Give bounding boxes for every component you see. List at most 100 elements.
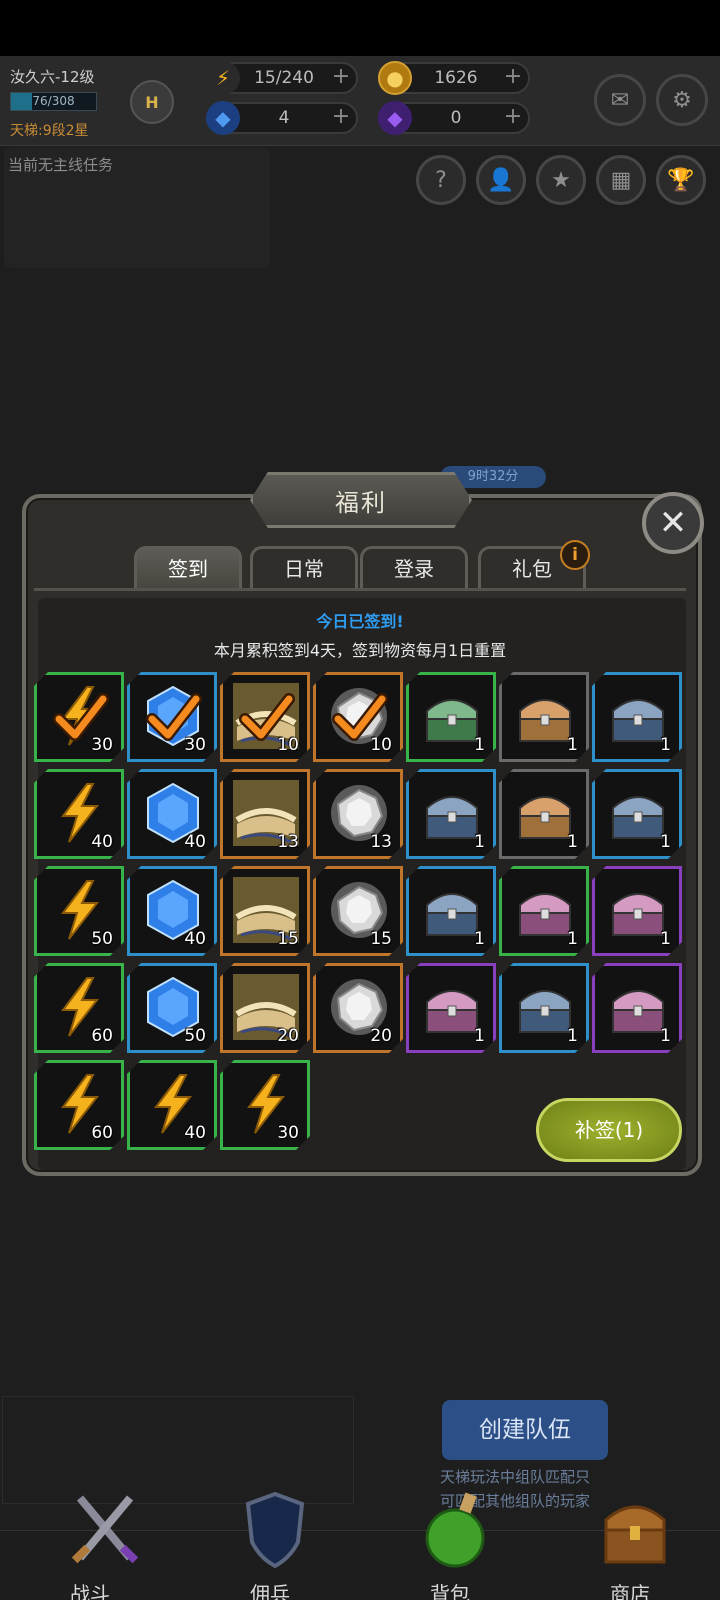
- reward-quantity: 1: [660, 832, 671, 852]
- reward-day-cell[interactable]: 1: [406, 866, 496, 956]
- nav-backpack[interactable]: 背包: [390, 1490, 510, 1600]
- create-team-button[interactable]: 创建队伍: [442, 1400, 608, 1460]
- tab-divider: [34, 588, 686, 591]
- reward-day-cell[interactable]: 10: [220, 672, 310, 762]
- reward-quantity: 13: [277, 832, 299, 852]
- gold-coin-icon: ●: [378, 61, 412, 95]
- reward-day-cell[interactable]: 40: [127, 769, 217, 859]
- reward-quantity: 15: [277, 929, 299, 949]
- reward-day-cell[interactable]: 40: [127, 1060, 217, 1150]
- quest-text: 当前无主线任务: [8, 156, 114, 174]
- reward-day-cell[interactable]: 1: [406, 963, 496, 1053]
- reward-quantity: 50: [184, 1026, 206, 1046]
- purple-gem-value: 0: [450, 108, 462, 128]
- tab-login[interactable]: 登录: [360, 546, 468, 588]
- reward-quantity: 1: [660, 1026, 671, 1046]
- reward-day-cell[interactable]: 60: [34, 963, 124, 1053]
- shield-icon: [245, 1491, 305, 1569]
- add-energy-button[interactable]: +: [330, 66, 352, 90]
- reward-quantity: 40: [184, 832, 206, 852]
- chat-box[interactable]: [2, 1396, 354, 1504]
- reward-day-cell[interactable]: 20: [220, 963, 310, 1053]
- reward-day-cell[interactable]: 1: [499, 963, 589, 1053]
- profile-icon[interactable]: 👤: [476, 155, 526, 205]
- reward-day-cell[interactable]: 50: [127, 963, 217, 1053]
- reward-day-cell[interactable]: 13: [313, 769, 403, 859]
- add-gem-button[interactable]: +: [330, 106, 352, 130]
- nav-backpack-label: 背包: [430, 1582, 470, 1600]
- reward-quantity: 40: [184, 929, 206, 949]
- reward-quantity: 13: [370, 832, 392, 852]
- purple-gem-icon: ◆: [378, 101, 412, 135]
- reward-day-cell[interactable]: 1: [406, 769, 496, 859]
- reward-day-cell[interactable]: 1: [499, 866, 589, 956]
- nav-shop-label: 商店: [610, 1582, 650, 1600]
- lightning-icon: ⚡: [206, 61, 240, 95]
- reward-quantity: 1: [567, 735, 578, 755]
- reward-quantity: 60: [91, 1123, 113, 1143]
- close-icon[interactable]: ✕: [642, 492, 704, 554]
- accumulated-sign-in-message: 本月累积签到4天，签到物资每月1日重置: [213, 641, 507, 660]
- ladder-rank: 天梯:9段2星: [10, 123, 89, 139]
- gold-value: 1626: [434, 68, 478, 88]
- reward-day-cell[interactable]: 10: [313, 672, 403, 762]
- reward-day-cell[interactable]: 30: [220, 1060, 310, 1150]
- reward-quantity: 1: [474, 832, 485, 852]
- reward-day-cell[interactable]: 1: [592, 963, 682, 1053]
- reward-quantity: 50: [91, 929, 113, 949]
- nav-battle[interactable]: 战斗: [30, 1490, 150, 1600]
- xp-text: 76/308: [32, 94, 75, 108]
- reward-quantity: 30: [277, 1123, 299, 1143]
- signed-today-message: 今日已签到!: [316, 612, 404, 631]
- trophy-icon[interactable]: 🏆: [656, 155, 706, 205]
- rank-emblem-icon[interactable]: H: [130, 80, 174, 124]
- settings-gear-icon[interactable]: ⚙: [656, 74, 708, 126]
- mail-icon[interactable]: ✉: [594, 74, 646, 126]
- nav-mercenary[interactable]: 佣兵: [210, 1490, 330, 1600]
- nav-shop[interactable]: 商店: [570, 1490, 690, 1600]
- info-icon[interactable]: i: [560, 540, 590, 570]
- reward-quantity: 1: [567, 929, 578, 949]
- reward-quantity: 10: [277, 735, 299, 755]
- gem-value: 4: [278, 108, 290, 128]
- reward-quantity: 1: [474, 929, 485, 949]
- tab-daily[interactable]: 日常: [250, 546, 358, 588]
- reward-day-cell[interactable]: 60: [34, 1060, 124, 1150]
- star-icon[interactable]: ★: [536, 155, 586, 205]
- reward-quantity: 40: [91, 832, 113, 852]
- reward-day-cell[interactable]: 30: [127, 672, 217, 762]
- calendar-icon[interactable]: ▦: [596, 155, 646, 205]
- tab-sign-in[interactable]: 签到: [134, 546, 242, 588]
- reward-day-cell[interactable]: 1: [592, 672, 682, 762]
- reward-quantity: 20: [370, 1026, 392, 1046]
- reward-day-cell[interactable]: 1: [592, 866, 682, 956]
- reward-day-cell[interactable]: 15: [220, 866, 310, 956]
- gold-resource: ● 1626 +: [378, 61, 530, 95]
- reward-quantity: 1: [660, 929, 671, 949]
- add-purple-gem-button[interactable]: +: [502, 106, 524, 130]
- reward-quantity: 30: [184, 735, 206, 755]
- reward-day-cell[interactable]: 13: [220, 769, 310, 859]
- reward-day-cell[interactable]: 15: [313, 866, 403, 956]
- purple-gem-resource: ◆ 0 +: [378, 101, 530, 135]
- add-gold-button[interactable]: +: [502, 66, 524, 90]
- reward-day-cell[interactable]: 1: [499, 769, 589, 859]
- help-icon[interactable]: ?: [416, 155, 466, 205]
- reward-day-cell[interactable]: 1: [592, 769, 682, 859]
- reward-day-cell[interactable]: 1: [406, 672, 496, 762]
- treasure-chest-icon: [604, 1505, 666, 1564]
- reward-quantity: 1: [567, 832, 578, 852]
- reward-quantity: 10: [370, 735, 392, 755]
- potion-icon: [425, 1492, 485, 1568]
- reward-day-cell[interactable]: 40: [127, 866, 217, 956]
- dialog-title-plate: 福利: [250, 472, 472, 528]
- reward-day-cell[interactable]: 20: [313, 963, 403, 1053]
- reward-day-cell[interactable]: 30: [34, 672, 124, 762]
- reward-quantity: 20: [277, 1026, 299, 1046]
- gem-resource: ◆ 4 +: [206, 101, 358, 135]
- reward-day-cell[interactable]: 1: [499, 672, 589, 762]
- nav-battle-label: 战斗: [70, 1582, 110, 1600]
- resign-button[interactable]: 补签(1): [536, 1098, 682, 1162]
- reward-day-cell[interactable]: 40: [34, 769, 124, 859]
- reward-day-cell[interactable]: 50: [34, 866, 124, 956]
